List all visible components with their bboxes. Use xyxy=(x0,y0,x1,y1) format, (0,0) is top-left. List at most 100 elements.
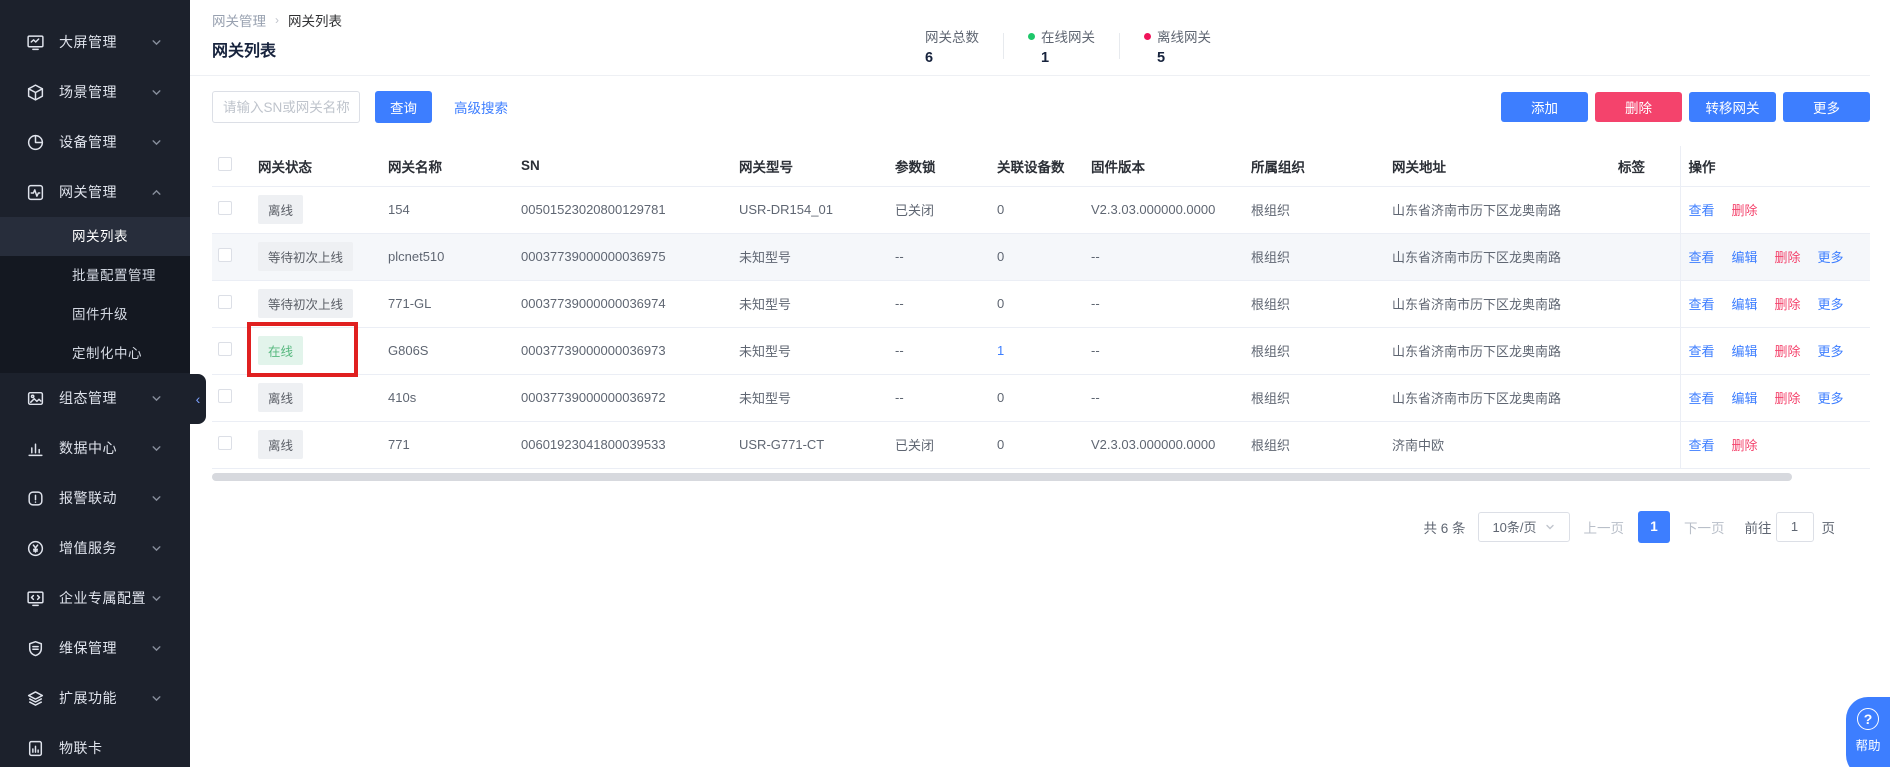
action-link-primary[interactable]: 查看 xyxy=(1689,344,1715,359)
breadcrumb-item-gateway-mgmt[interactable]: 网关管理 xyxy=(212,10,266,30)
query-button[interactable]: 查询 xyxy=(375,91,432,123)
select-all-checkbox[interactable] xyxy=(218,157,232,172)
sn-cell: 00037739000000036974 xyxy=(513,280,731,328)
actions-cell: 查看 编辑 删除 更多 xyxy=(1679,374,1870,422)
action-link-danger[interactable]: 删除 xyxy=(1775,297,1801,312)
next-page-button[interactable]: 下一页 xyxy=(1684,517,1725,537)
sidebar-item-alarm[interactable]: 报警联动 xyxy=(0,473,190,523)
sidebar-item-label: 扩展功能 xyxy=(59,690,117,706)
action-link-danger[interactable]: 删除 xyxy=(1732,438,1758,453)
action-link-danger[interactable]: 删除 xyxy=(1775,250,1801,265)
action-link-primary[interactable]: 查看 xyxy=(1689,438,1715,453)
scrollbar-thumb[interactable] xyxy=(212,472,1792,481)
model-cell: 未知型号 xyxy=(731,280,887,328)
action-link-danger[interactable]: 删除 xyxy=(1775,391,1801,406)
sn-cell: 00501523020800129781 xyxy=(513,186,731,234)
device-count: 0 xyxy=(997,249,1005,264)
gateway-name-cell: G806S xyxy=(380,327,513,375)
row-checkbox[interactable] xyxy=(218,201,232,215)
sidebar-subitem[interactable]: 固件升级 xyxy=(0,295,190,334)
goto-page-input[interactable] xyxy=(1775,511,1814,542)
row-checkbox[interactable] xyxy=(218,295,232,309)
action-link-primary[interactable]: 编辑 xyxy=(1732,250,1758,265)
sidebar-item-image[interactable]: 组态管理 xyxy=(0,373,190,423)
device-count-link[interactable]: 1 xyxy=(997,343,1004,358)
status-badge: 等待初次上线 xyxy=(258,289,354,318)
chevron-down-icon xyxy=(151,693,162,704)
sn-cell: 00601923041800039533 xyxy=(513,421,731,469)
action-link-primary[interactable]: 查看 xyxy=(1689,203,1715,218)
delete-button[interactable]: 删除 xyxy=(1595,92,1682,122)
stat-divider xyxy=(1003,33,1004,59)
device-count-cell: 0 xyxy=(989,421,1083,469)
action-link-primary[interactable]: 查看 xyxy=(1689,250,1715,265)
address-cell: 山东省济南市历下区龙奥南路 xyxy=(1384,186,1610,234)
model-cell: 未知型号 xyxy=(731,374,887,422)
chart-icon xyxy=(26,439,45,458)
action-link-primary[interactable]: 查看 xyxy=(1689,391,1715,406)
action-link-primary[interactable]: 更多 xyxy=(1818,344,1844,359)
add-button[interactable]: 添加 xyxy=(1501,92,1588,122)
search-input[interactable] xyxy=(212,91,360,123)
sidebar-item-label: 报警联动 xyxy=(59,490,117,506)
model-cell: USR-DR154_01 xyxy=(731,186,887,234)
sidebar-item-chart[interactable]: 数据中心 xyxy=(0,423,190,473)
column-header: 网关状态 xyxy=(250,146,380,187)
gateway-status-cell: 离线 xyxy=(250,421,380,469)
sidebar-item-cube[interactable]: 场景管理 xyxy=(0,67,190,117)
page-number-1[interactable]: 1 xyxy=(1638,510,1670,543)
row-checkbox-cell xyxy=(212,186,250,234)
more-button[interactable]: 更多 xyxy=(1783,92,1870,122)
action-link-danger[interactable]: 删除 xyxy=(1732,203,1758,218)
prev-page-button[interactable]: 上一页 xyxy=(1584,517,1625,537)
actions-cell: 查看 编辑 删除 更多 xyxy=(1679,327,1870,375)
action-link-primary[interactable]: 编辑 xyxy=(1732,391,1758,406)
action-link-primary[interactable]: 编辑 xyxy=(1732,297,1758,312)
sidebar-item-layers[interactable]: 扩展功能 xyxy=(0,673,190,723)
status-badge: 离线 xyxy=(258,383,304,412)
device-count-cell: 1 xyxy=(989,327,1083,375)
action-link-primary[interactable]: 查看 xyxy=(1689,297,1715,312)
sidebar-item-shield[interactable]: 维保管理 xyxy=(0,623,190,673)
gateway-name-cell: 410s xyxy=(380,374,513,422)
sidebar-item-pie[interactable]: 设备管理 xyxy=(0,117,190,167)
code-icon xyxy=(26,589,45,608)
gateway-stats: 网关总数 6 在线网关 1 离线网关 5 xyxy=(925,26,1211,66)
row-checkbox[interactable] xyxy=(218,248,232,262)
sidebar-subitem-active[interactable]: 网关列表 xyxy=(0,217,190,256)
row-checkbox-cell xyxy=(212,421,250,469)
row-checkbox[interactable] xyxy=(218,389,232,403)
table-row: 等待初次上线 771-GL 00037739000000036974 未知型号 -- 0-… xyxy=(212,280,1870,328)
org-cell: 根组织 xyxy=(1243,421,1384,469)
stat-divider xyxy=(1119,33,1120,59)
action-link-primary[interactable]: 编辑 xyxy=(1732,344,1758,359)
transfer-gateway-button[interactable]: 转移网关 xyxy=(1689,92,1776,122)
sidebar-subitem[interactable]: 批量配置管理 xyxy=(0,256,190,295)
action-link-primary[interactable]: 更多 xyxy=(1818,297,1844,312)
sidebar-item-screen[interactable]: 大屏管理 xyxy=(0,17,190,67)
advanced-search-link[interactable]: 高级搜索 xyxy=(454,97,508,117)
device-count: 0 xyxy=(997,437,1005,452)
row-checkbox[interactable] xyxy=(218,436,232,450)
sidebar-item-label: 数据中心 xyxy=(59,440,117,456)
action-link-danger[interactable]: 删除 xyxy=(1775,344,1801,359)
help-button[interactable]: ? 帮助 xyxy=(1846,697,1890,767)
chevron-down-icon xyxy=(151,87,162,98)
device-count-cell: 0 xyxy=(989,280,1083,328)
sidebar-subitem[interactable]: 定制化中心 xyxy=(0,334,190,373)
sidebar-item-coin[interactable]: 增值服务 xyxy=(0,523,190,573)
column-header: 关联设备数 xyxy=(989,146,1083,187)
sidebar-item-code[interactable]: 企业专属配置 xyxy=(0,573,190,623)
sidebar-collapse-handle[interactable]: ‹ xyxy=(190,374,206,424)
row-checkbox[interactable] xyxy=(218,342,232,356)
page-size-select[interactable]: 10条/页 xyxy=(1477,511,1570,542)
stat-total: 网关总数 6 xyxy=(925,26,979,66)
sidebar-item-card[interactable]: 物联卡 xyxy=(0,723,190,767)
action-link-primary[interactable]: 更多 xyxy=(1818,391,1844,406)
model-cell: 未知型号 xyxy=(731,233,887,281)
sidebar-item-gateway[interactable]: 网关管理 xyxy=(0,167,190,217)
device-count-cell: 0 xyxy=(989,233,1083,281)
firmware-cell: -- xyxy=(1083,233,1243,281)
gateway-name-cell: plcnet510 xyxy=(380,233,513,281)
action-link-primary[interactable]: 更多 xyxy=(1818,250,1844,265)
